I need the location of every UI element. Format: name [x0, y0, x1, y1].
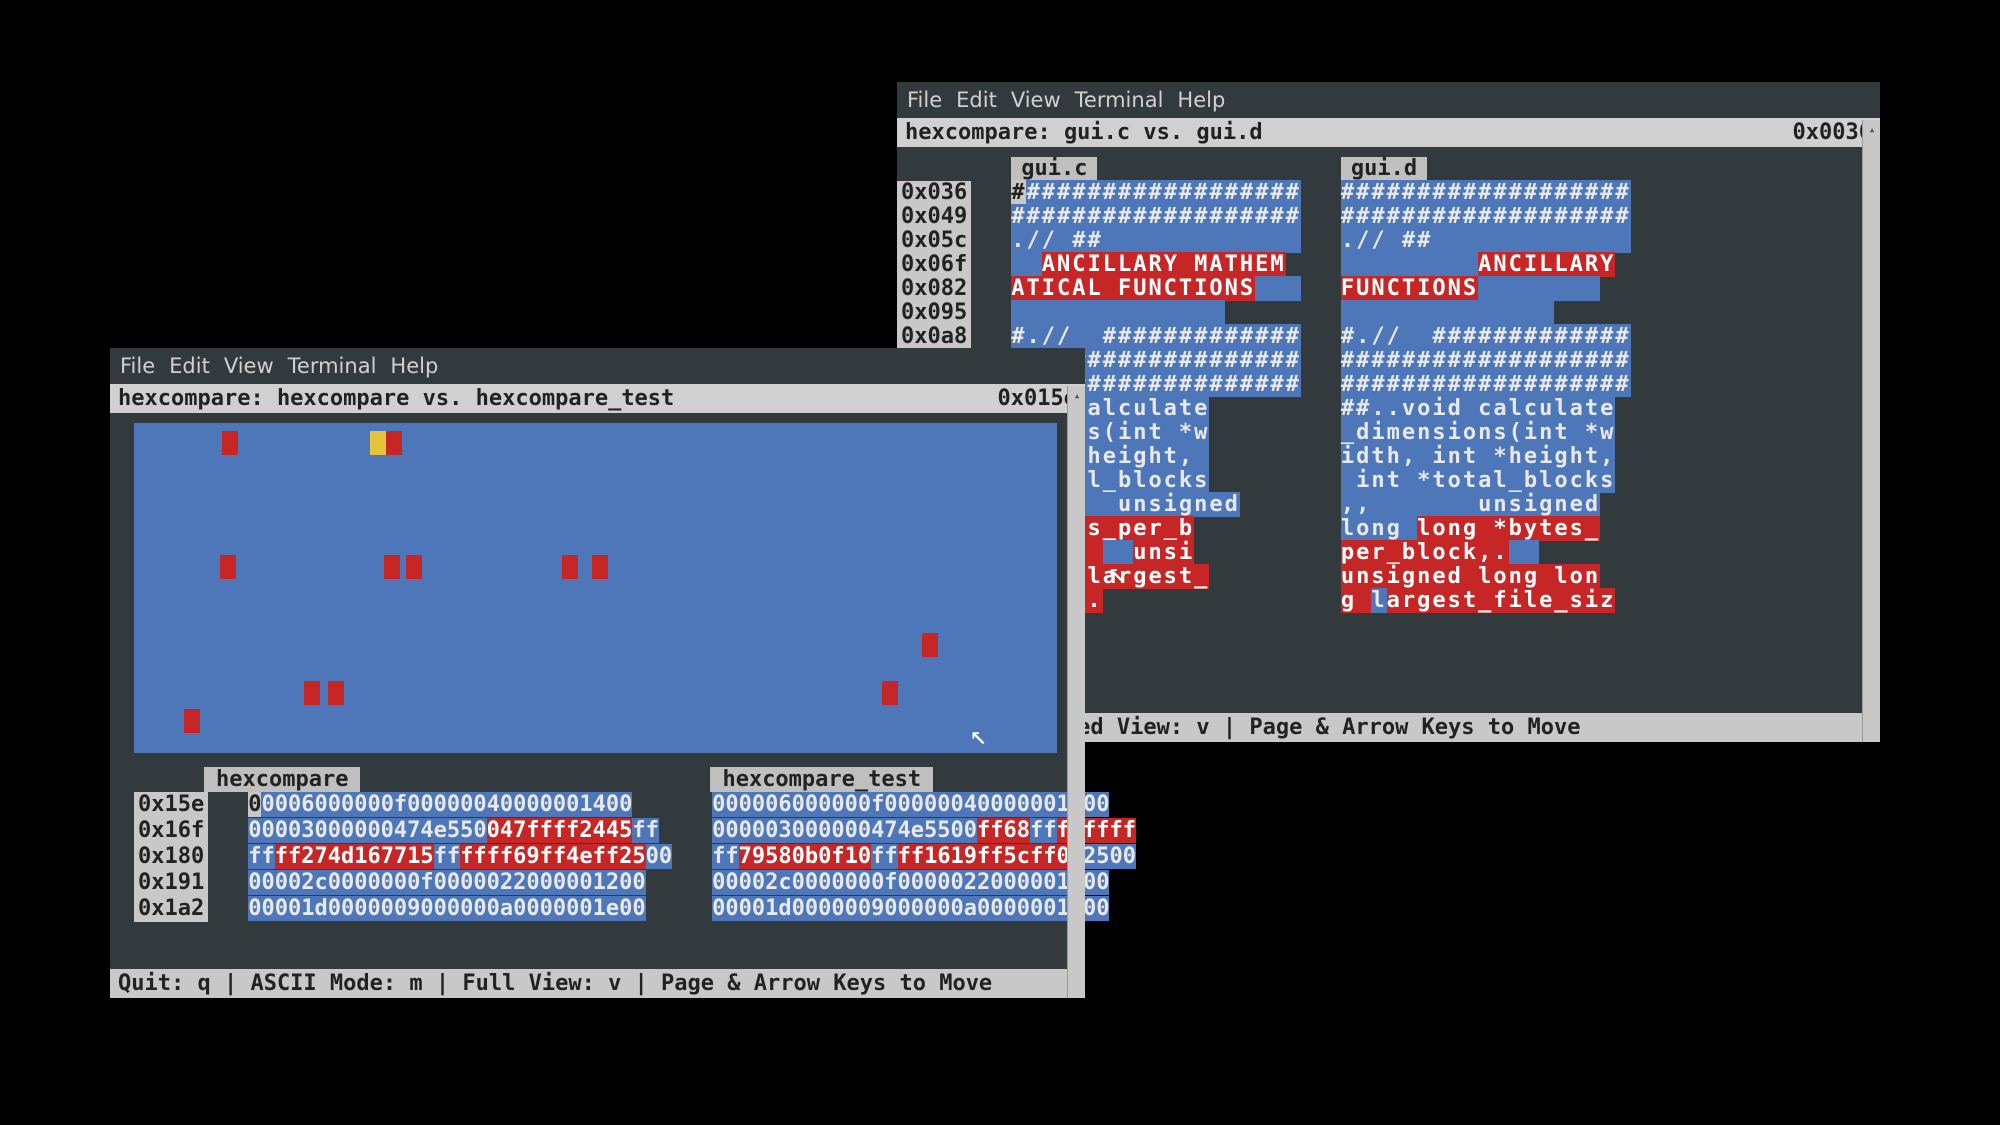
- data-line: 00006000000f00000040000001400: [248, 792, 672, 818]
- data-line: ###################: [1341, 205, 1631, 229]
- diff-marker: [386, 431, 402, 455]
- menu-help[interactable]: Help: [390, 354, 438, 378]
- title-text: hexcompare: hexcompare vs. hexcompare_te…: [118, 386, 674, 411]
- offset-label: 0x095: [901, 301, 967, 325]
- offset-label: 0x1a2: [138, 896, 204, 922]
- data-line: _dimensions(int *w: [1341, 421, 1631, 445]
- scroll-up-icon[interactable]: ▴: [1863, 120, 1881, 138]
- diff-marker: [384, 555, 400, 579]
- title-offset: 0x015e: [998, 386, 1077, 411]
- data-line: ###################: [1341, 181, 1631, 205]
- offset-label: 0x036: [901, 181, 967, 205]
- diff-marker: [882, 681, 898, 705]
- offset-label: 0x15e: [138, 792, 204, 818]
- data-line: ###################: [1011, 181, 1301, 205]
- data-line: int *total_blocks: [1341, 469, 1631, 493]
- offset-label: 0x191: [138, 870, 204, 896]
- diff-marker: [562, 555, 578, 579]
- overview-map[interactable]: [134, 423, 1057, 753]
- data-line: [1341, 301, 1631, 325]
- menu-view[interactable]: View: [1011, 88, 1061, 112]
- menubar: File Edit View Terminal Help: [110, 348, 1085, 384]
- status-bar: Quit: q | ASCII Mode: m | Full View: v |…: [110, 969, 1067, 998]
- data-line: .// ##: [1011, 229, 1301, 253]
- offset-label: 0x0a8: [901, 325, 967, 349]
- data-line: g largest_file_siz: [1341, 589, 1631, 613]
- data-line: per_block,.: [1341, 541, 1631, 565]
- menu-edit[interactable]: Edit: [169, 354, 210, 378]
- diff-marker: [220, 555, 236, 579]
- scrollbar[interactable]: ▴: [1067, 386, 1085, 998]
- data-line: long long *bytes_: [1341, 517, 1631, 541]
- diff-marker: [406, 555, 422, 579]
- offset-label: 0x082: [901, 277, 967, 301]
- file-tab-left: gui.c: [1011, 157, 1097, 181]
- diff-marker: [592, 555, 608, 579]
- file-tab-right: gui.d: [1341, 157, 1427, 181]
- diff-marker: [328, 681, 344, 705]
- menu-edit[interactable]: Edit: [956, 88, 997, 112]
- data-line: ###################: [1011, 205, 1301, 229]
- data-line: 00003000000474e550047ffff2445ff: [248, 818, 672, 844]
- offset-label: 0x05c: [901, 229, 967, 253]
- data-line: [1011, 301, 1301, 325]
- data-line: ##..void calculate: [1341, 397, 1631, 421]
- menu-file[interactable]: File: [907, 88, 942, 112]
- data-line: 00002c0000000f0000022000001200: [248, 870, 672, 896]
- data-line: ANCILLARY: [1341, 253, 1631, 277]
- data-line: #.// #############: [1341, 325, 1631, 349]
- diff-marker: [184, 709, 200, 733]
- hex-pane-left: 00006000000f0000004000000140000003000000…: [248, 792, 672, 922]
- data-line: ###################: [1341, 373, 1631, 397]
- data-line: ANCILLARY MATHEM: [1011, 253, 1301, 277]
- offset-label: 0x049: [901, 205, 967, 229]
- data-line: unsigned long lon: [1341, 565, 1631, 589]
- title-bar: hexcompare: hexcompare vs. hexcompare_te…: [110, 384, 1085, 413]
- data-line: ,, unsigned: [1341, 493, 1631, 517]
- menu-help[interactable]: Help: [1177, 88, 1225, 112]
- diff-marker: [370, 431, 386, 455]
- title-text: hexcompare: gui.c vs. gui.d: [905, 120, 1263, 145]
- title-bar: hexcompare: gui.c vs. gui.d 0x0036: [897, 118, 1880, 147]
- menu-view[interactable]: View: [224, 354, 274, 378]
- menu-terminal[interactable]: Terminal: [1075, 88, 1164, 112]
- title-offset: 0x0036: [1793, 120, 1872, 145]
- terminal-window-1: File Edit View Terminal Help hexcompare:…: [110, 348, 1085, 998]
- data-line: ATICAL FUNCTIONS: [1011, 277, 1301, 301]
- offset-column: 0x15e0x16f0x1800x1910x1a2: [134, 792, 208, 922]
- data-line: 00001d0000009000000a0000001e00: [248, 896, 672, 922]
- data-line: idth, int *height,: [1341, 445, 1631, 469]
- offset-label: 0x16f: [138, 818, 204, 844]
- menu-file[interactable]: File: [120, 354, 155, 378]
- diff-marker: [222, 431, 238, 455]
- diff-marker: [304, 681, 320, 705]
- menu-terminal[interactable]: Terminal: [288, 354, 377, 378]
- diff-marker: [922, 633, 938, 657]
- file-tab-right: hexcompare_test: [710, 767, 933, 792]
- file-tab-left: hexcompare: [204, 767, 360, 792]
- offset-label: 0x180: [138, 844, 204, 870]
- data-line: ffff274d167715ffffff69ff4eff2500: [248, 844, 672, 870]
- data-line: FUNCTIONS: [1341, 277, 1631, 301]
- menubar: File Edit View Terminal Help: [897, 82, 1880, 118]
- data-line: ###################: [1341, 349, 1631, 373]
- scroll-up-icon[interactable]: ▴: [1068, 386, 1086, 404]
- offset-label: 0x06f: [901, 253, 967, 277]
- data-line: #.// #############: [1011, 325, 1301, 349]
- scrollbar[interactable]: ▴: [1862, 120, 1880, 742]
- ascii-pane-right: ######################################./…: [1341, 181, 1631, 613]
- data-line: .// ##: [1341, 229, 1631, 253]
